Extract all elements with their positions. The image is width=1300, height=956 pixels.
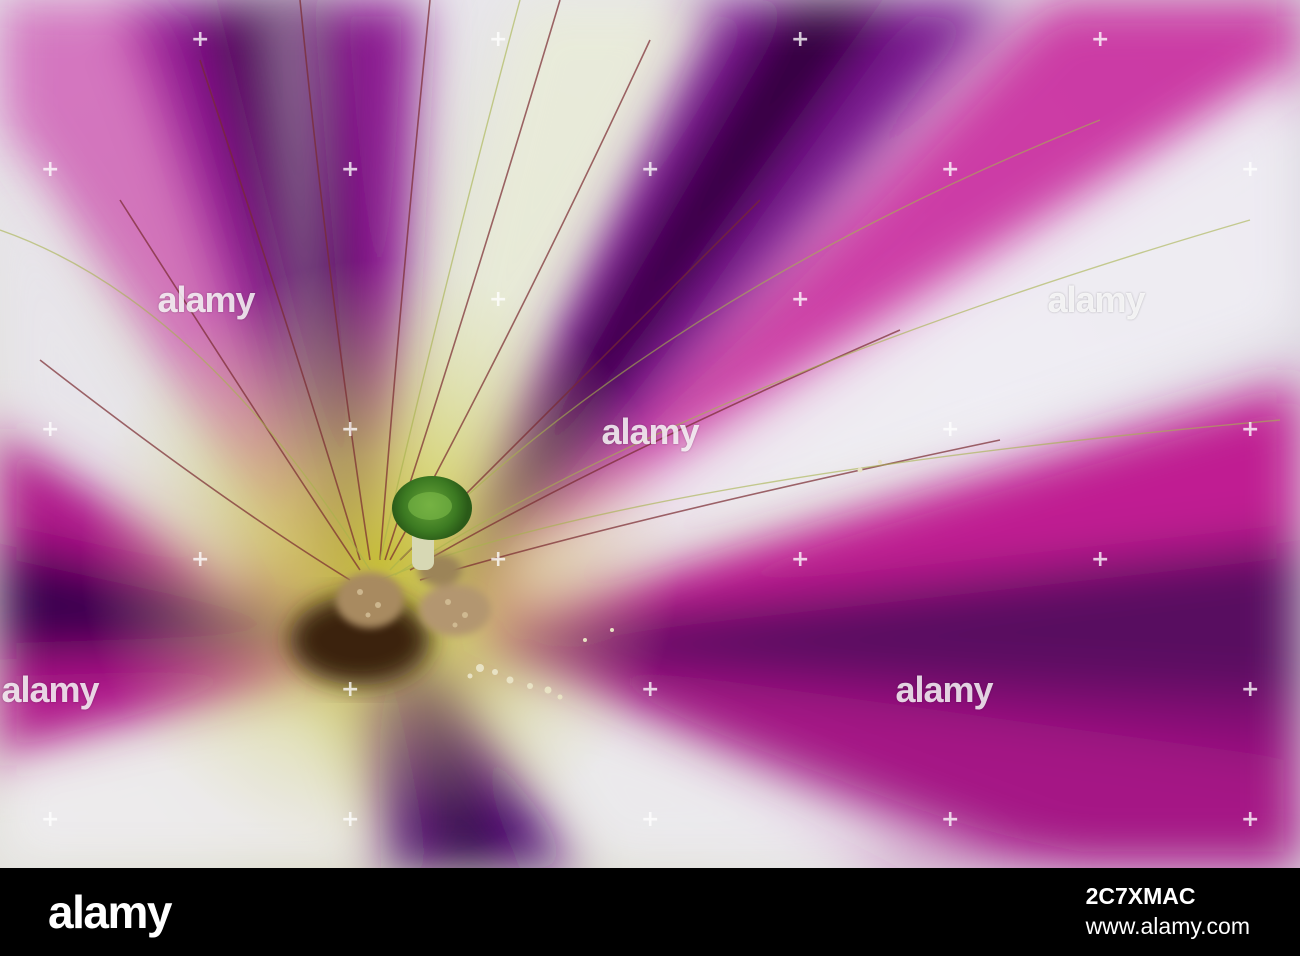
- watermark-plus-icon: +: [1091, 27, 1110, 52]
- watermark-plus-icon: +: [1091, 547, 1110, 572]
- watermark-logo: alamy: [895, 669, 993, 710]
- watermark-plus-icon: +: [641, 677, 660, 702]
- image-info: 2C7XMAC www.alamy.com: [1086, 882, 1250, 940]
- watermark-plus-icon: +: [941, 157, 960, 182]
- watermark-plus-icon: +: [1241, 677, 1260, 702]
- watermark-logo: alamy: [157, 279, 255, 320]
- watermark-plus-icon: +: [791, 547, 810, 572]
- watermark-logo: alamy: [1047, 279, 1145, 320]
- watermark-plus-icon: +: [791, 27, 810, 52]
- watermark-plus-icon: +: [1241, 807, 1260, 832]
- watermark-plus-icon: +: [41, 807, 60, 832]
- watermark-plus-icon: +: [341, 807, 360, 832]
- watermark-plus-icon: +: [641, 807, 660, 832]
- watermark-footer-bar: alamy 2C7XMAC www.alamy.com: [0, 868, 1300, 956]
- watermark-plus-icon: +: [341, 677, 360, 702]
- watermark-plus-icon: +: [489, 27, 508, 52]
- flower-photo: + + + + + + + + + + + + + + + + + + + + …: [0, 0, 1300, 868]
- watermark-plus-icon: +: [941, 807, 960, 832]
- watermark-plus-icon: +: [191, 547, 210, 572]
- watermark-plus-icon: +: [791, 287, 810, 312]
- watermark-plus-icon: +: [489, 547, 508, 572]
- watermark-plus-icon: +: [489, 287, 508, 312]
- watermark-logo: alamy: [601, 411, 699, 452]
- site-url: www.alamy.com: [1085, 913, 1250, 939]
- watermark-plus-icon: +: [1241, 417, 1260, 442]
- watermark-plus-icon: +: [41, 157, 60, 182]
- watermark-plus-icon: +: [341, 157, 360, 182]
- watermark-plus-icon: +: [41, 417, 60, 442]
- watermark-plus-icon: +: [641, 157, 660, 182]
- alamy-logo: alamy: [48, 886, 172, 938]
- watermark-plus-icon: +: [341, 417, 360, 442]
- watermark-logo: alamy: [1, 669, 99, 710]
- watermark-plus-icon: +: [941, 417, 960, 442]
- watermark-plus-icon: +: [191, 27, 210, 52]
- watermark-plus-icon: +: [1241, 157, 1260, 182]
- image-id: 2C7XMAC: [1085, 883, 1196, 909]
